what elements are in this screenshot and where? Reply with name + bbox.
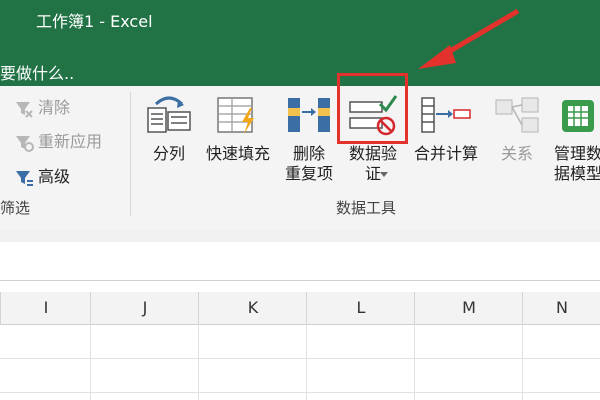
reapply-icon: [14, 133, 34, 153]
data-tools-group-label: 数据工具: [336, 199, 397, 217]
relationships-button[interactable]: 关系: [488, 94, 546, 190]
advanced-filter-icon: [14, 168, 34, 188]
advanced-filter-label: 高级: [38, 167, 71, 186]
text-to-columns-icon: [147, 96, 191, 133]
column-header-row: I J K L M N: [0, 292, 600, 325]
highlight-box: [337, 73, 408, 144]
consolidate-button[interactable]: 合并计算: [408, 94, 484, 190]
column-line: [414, 324, 415, 400]
column-header-n[interactable]: N: [522, 292, 600, 324]
manage-data-model-icon: [562, 100, 594, 132]
remove-duplicates-button[interactable]: 删除 重复项: [280, 94, 338, 190]
column-line: [90, 324, 91, 400]
reapply-button[interactable]: 重新应用: [14, 128, 102, 152]
flash-fill-icon: [217, 97, 254, 134]
relationships-label: 关系: [500, 144, 533, 163]
consolidate-icon: [421, 97, 471, 133]
column-header-j[interactable]: J: [90, 292, 199, 324]
formula-bar-area[interactable]: [0, 242, 600, 280]
tell-me-input[interactable]: 要做什么..: [0, 60, 74, 84]
remove-duplicates-label-2: 重复项: [284, 164, 333, 183]
chevron-down-icon: [380, 172, 388, 177]
advanced-filter-button[interactable]: 高级: [14, 163, 70, 187]
clear-filter-button[interactable]: 清除: [14, 94, 70, 118]
relationships-icon: [495, 97, 539, 133]
column-line: [306, 324, 307, 400]
remove-duplicates-icon: [288, 98, 330, 132]
column-header-i[interactable]: I: [0, 292, 91, 324]
reapply-label: 重新应用: [38, 132, 103, 151]
data-validation-label-2: 证: [364, 164, 381, 183]
column-header-k[interactable]: K: [198, 292, 307, 324]
column-line: [198, 324, 199, 400]
clear-filter-icon: [14, 99, 34, 119]
data-validation-label-1: 数据验: [348, 144, 397, 163]
column-line: [522, 324, 523, 400]
filter-group-label: 筛选: [0, 199, 31, 217]
flash-fill-label: 快速填充: [205, 144, 270, 163]
manage-data-model-label-2: 据模型: [553, 164, 600, 183]
window-title: 工作簿1 - Excel: [36, 12, 153, 31]
column-header-l[interactable]: L: [306, 292, 415, 324]
manage-data-model-label-1: 管理数: [553, 144, 600, 163]
text-to-columns-button[interactable]: 分列: [142, 94, 196, 190]
manage-data-model-button[interactable]: 管理数 据模型: [548, 94, 600, 190]
group-divider: [130, 92, 131, 216]
text-to-columns-label: 分列: [152, 144, 185, 163]
consolidate-label: 合并计算: [413, 144, 478, 163]
flash-fill-button[interactable]: 快速填充: [200, 94, 276, 190]
clear-filter-label: 清除: [38, 98, 71, 117]
arrow-icon: [418, 8, 520, 69]
column-header-m[interactable]: M: [414, 292, 523, 324]
remove-duplicates-label-1: 删除: [292, 144, 325, 163]
